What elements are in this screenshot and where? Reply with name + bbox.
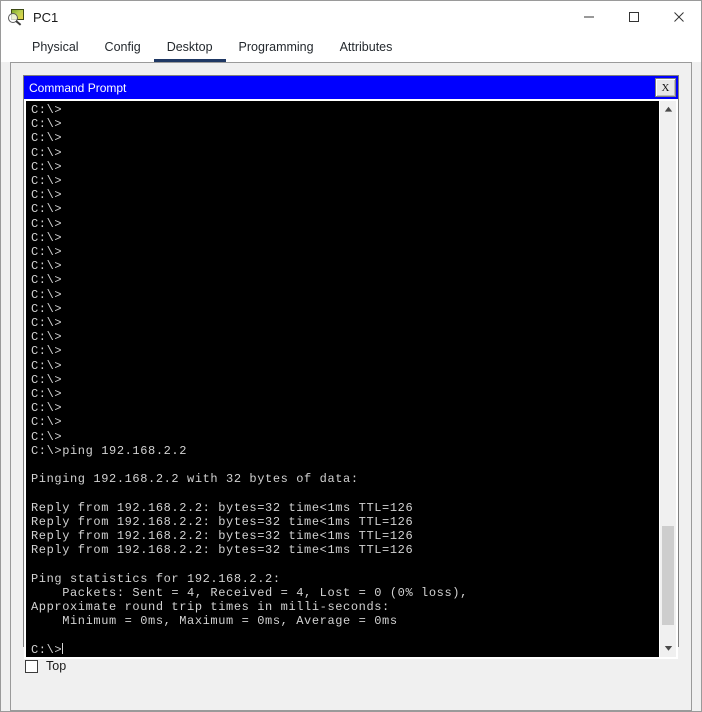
scroll-down-button[interactable] [660,641,676,657]
chevron-up-icon [664,106,672,112]
terminal-line: C:\> [31,287,63,302]
terminal-line: C:\> [31,259,63,274]
tab-attributes[interactable]: Attributes [327,40,406,62]
scroll-up-button[interactable] [660,101,676,117]
window-titlebar: PC1 [1,1,701,34]
close-icon [673,11,684,22]
command-prompt-window: Command Prompt X C:\> C:\> C:\> C:\> C:\> C:\… [23,75,679,659]
terminal-line: Minimum = 0ms, Maximum = 0ms, Average = … [31,614,398,629]
terminal-line: C:\> [31,230,63,245]
terminal-line: C:\> [31,316,63,331]
minimize-icon [583,16,594,17]
terminal-line: C:\> [31,415,63,430]
terminal-line: C:\> [31,202,63,217]
command-prompt-body: C:\> C:\> C:\> C:\> C:\> C:\> C:\> C:\> C:\> C:\>… [24,99,678,659]
terminal-line: C:\> [31,429,63,444]
terminal-line: C:\> [31,145,63,160]
terminal-line: C:\> [31,159,63,174]
terminal-line: C:\> [31,330,63,345]
maximize-icon [628,11,639,22]
terminal-line: Pinging 192.168.2.2 with 32 bytes of dat… [31,472,359,487]
desktop-panel: Command Prompt X C:\> C:\> C:\> C:\> C:\> C:\… [10,62,692,711]
terminal-output[interactable]: C:\> C:\> C:\> C:\> C:\> C:\> C:\> C:\> C:\> C:\>… [26,101,659,657]
tab-physical[interactable]: Physical [19,40,92,62]
terminal-line: C:\> [31,188,63,203]
top-checkbox[interactable] [25,659,38,673]
terminal-line: Reply from 192.168.2.2: bytes=32 time<1m… [31,500,414,515]
terminal-cursor [62,642,64,654]
terminal-line: C:\> [31,358,63,373]
terminal-prompt-line: C:\> [31,642,659,657]
command-prompt-title: Command Prompt [29,80,127,95]
tab-desktop[interactable]: Desktop [153,40,226,62]
chevron-down-icon [664,646,672,652]
terminal-prompt: C:\> [31,642,63,657]
terminal-line: C:\> [31,131,63,146]
top-checkbox-label: Top [46,659,67,673]
terminal-line: Ping statistics for 192.168.2.2: [31,571,281,586]
terminal-line: Reply from 192.168.2.2: bytes=32 time<1m… [31,543,414,558]
terminal-line: C:\> [31,401,63,416]
terminal-line: C:\> [31,344,63,359]
close-button[interactable] [656,1,701,32]
device-tabs: Physical Config Desktop Programming Attr… [1,34,701,62]
terminal-line: C:\> [31,372,63,387]
scrollbar-thumb[interactable] [662,525,674,626]
packet-tracer-pc-icon [8,8,26,26]
pc1-window: PC1 Physical Config Desktop Programming … [0,0,702,712]
maximize-button[interactable] [611,1,656,32]
terminal-line: C:\>ping 192.168.2.2 [31,443,188,458]
terminal-line: Approximate round trip times in milli-se… [31,600,390,615]
window-controls [566,1,701,33]
terminal-line: C:\> [31,273,63,288]
terminal-line: C:\> [31,103,63,117]
tab-programming[interactable]: Programming [226,40,327,62]
tab-config[interactable]: Config [92,40,154,62]
terminal-line: C:\> [31,387,63,402]
minimize-button[interactable] [566,1,611,32]
terminal-line: Reply from 192.168.2.2: bytes=32 time<1m… [31,529,414,544]
terminal-line: C:\> [31,301,63,316]
terminal-line: C:\> [31,117,63,132]
terminal-scrollbar[interactable] [659,101,676,657]
terminal-line: C:\> [31,245,63,260]
terminal-line: C:\> [31,216,63,231]
window-title: PC1 [33,9,59,25]
command-prompt-close-button[interactable]: X [655,78,676,97]
command-prompt-titlebar: Command Prompt X [24,76,678,99]
terminal-line: Packets: Sent = 4, Received = 4, Lost = … [31,585,468,600]
terminal-line: Reply from 192.168.2.2: bytes=32 time<1m… [31,514,414,529]
terminal-line: C:\> [31,174,63,189]
